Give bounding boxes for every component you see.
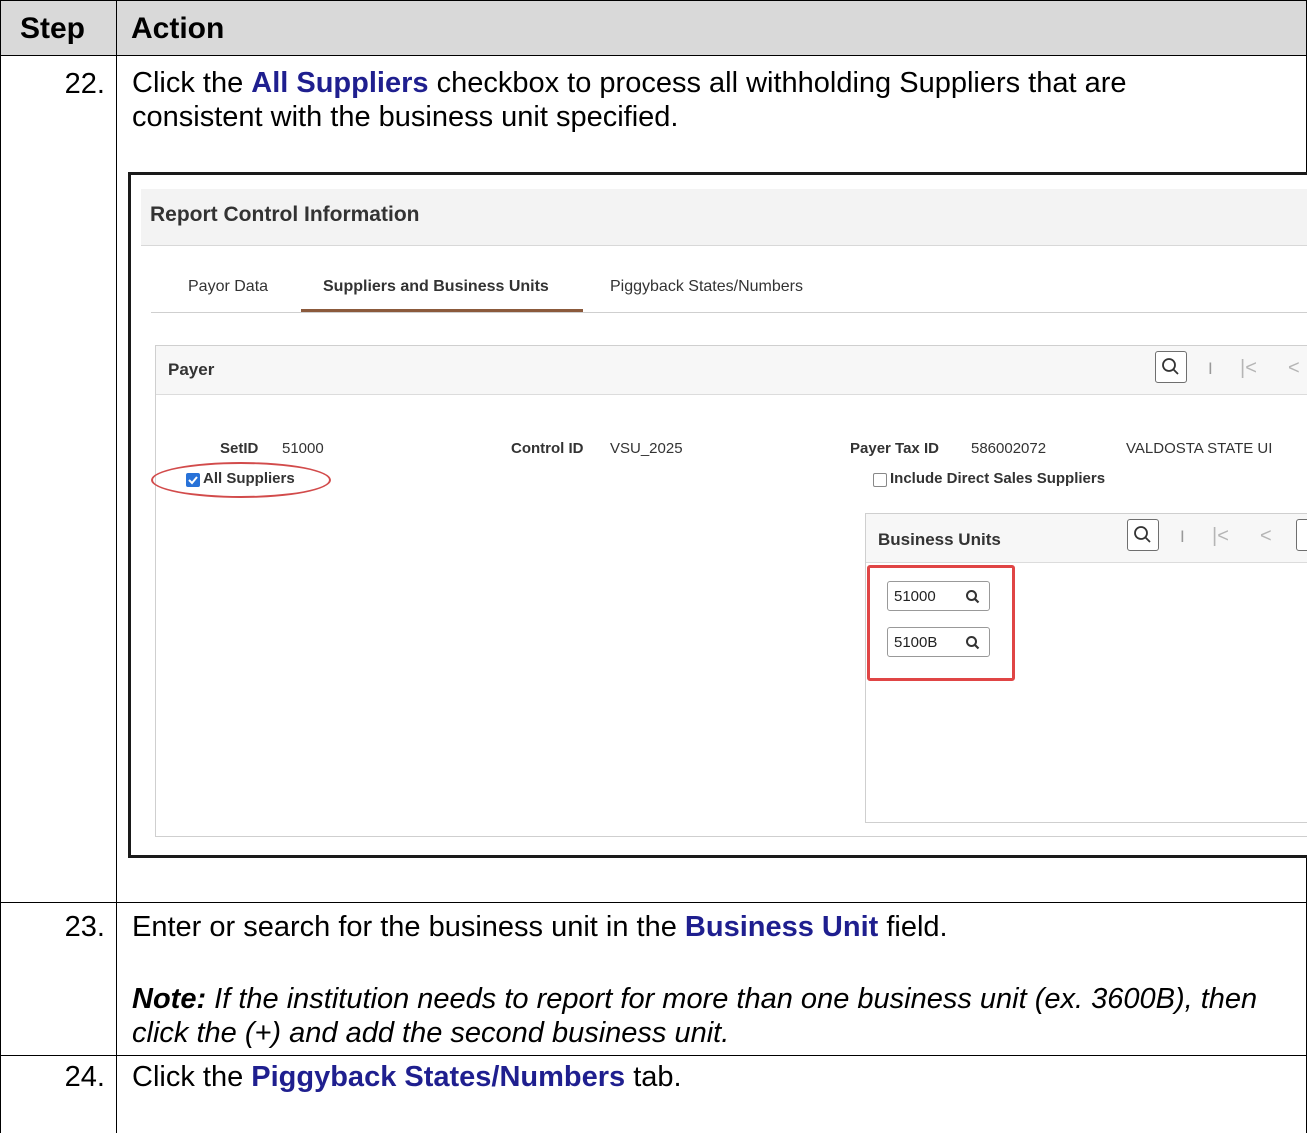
search-icon bbox=[1134, 526, 1151, 543]
business-unit-field[interactable]: 51000 bbox=[887, 581, 990, 611]
business-units-header: Business Units I |< < bbox=[866, 514, 1307, 563]
business-units-search-button[interactable] bbox=[1127, 519, 1159, 551]
first-page-icon[interactable]: |< bbox=[1240, 357, 1257, 380]
business-unit-value: 5100B bbox=[894, 634, 938, 651]
tab-payor-data[interactable]: Payor Data bbox=[188, 278, 268, 296]
row-divider bbox=[0, 1055, 1307, 1056]
next-button-partial[interactable] bbox=[1296, 519, 1307, 551]
setid-label: SetID bbox=[220, 440, 259, 457]
step-instruction: Click the Piggyback States/Numbers tab. bbox=[132, 1060, 1282, 1094]
instruction-keyword: All Suppliers bbox=[251, 67, 429, 99]
row-divider bbox=[0, 902, 1307, 903]
page-title: Report Control Information bbox=[150, 203, 420, 226]
instruction-text: tab. bbox=[625, 1061, 682, 1093]
instruction-keyword: Business Unit bbox=[684, 911, 879, 943]
payer-name: VALDOSTA STATE UI bbox=[1126, 440, 1273, 457]
table-header-divider bbox=[0, 55, 1307, 56]
step-instruction: Click the All Suppliers checkbox to proc… bbox=[132, 66, 1252, 134]
tab-suppliers-business-units[interactable]: Suppliers and Business Units bbox=[323, 278, 549, 296]
payer-tax-id-label: Payer Tax ID bbox=[850, 440, 939, 457]
payer-title: Payer bbox=[168, 360, 215, 379]
header-action: Action bbox=[131, 12, 225, 45]
payer-search-button[interactable] bbox=[1155, 351, 1187, 383]
business-unit-value: 51000 bbox=[894, 588, 936, 605]
embedded-screenshot: Report Control Information Payor Data Su… bbox=[128, 172, 1307, 858]
tabs-divider bbox=[151, 312, 1307, 313]
table-border-top bbox=[0, 0, 1307, 1]
instruction-text: Enter or search for the business unit in… bbox=[132, 911, 685, 943]
lookup-icon[interactable] bbox=[964, 634, 982, 652]
control-id-value: VSU_2025 bbox=[610, 440, 683, 457]
page-header-bar: Report Control Information bbox=[141, 189, 1307, 246]
previous-icon[interactable]: < bbox=[1288, 357, 1300, 380]
business-unit-field[interactable]: 5100B bbox=[887, 627, 990, 657]
table-border-left bbox=[0, 0, 1, 1133]
first-page-icon[interactable]: |< bbox=[1212, 525, 1229, 548]
step-number: 23. bbox=[64, 911, 105, 943]
search-icon bbox=[1162, 358, 1179, 375]
payer-tax-id-value: 586002072 bbox=[971, 440, 1047, 457]
step-number: 22. bbox=[64, 68, 105, 100]
nav-separator: I bbox=[1180, 527, 1185, 546]
step-instruction: Enter or search for the business unit in… bbox=[132, 910, 1282, 944]
header-step: Step bbox=[20, 12, 86, 45]
step-number: 24. bbox=[64, 1061, 105, 1093]
nav-separator: I bbox=[1208, 359, 1213, 378]
include-direct-sales-checkbox[interactable] bbox=[873, 473, 887, 487]
business-units-title: Business Units bbox=[878, 530, 1001, 549]
instruction-text: Click the bbox=[132, 67, 252, 99]
tab-piggyback-states[interactable]: Piggyback States/Numbers bbox=[610, 278, 803, 296]
column-divider bbox=[116, 0, 117, 1133]
previous-icon[interactable]: < bbox=[1260, 525, 1272, 548]
control-id-label: Control ID bbox=[511, 440, 584, 457]
instruction-text: Click the bbox=[132, 1061, 252, 1093]
highlight-oval bbox=[151, 462, 331, 498]
note-label: Note: bbox=[132, 983, 207, 1015]
payer-header: Payer I |< < bbox=[156, 346, 1307, 395]
instruction-keyword: Piggyback States/Numbers bbox=[251, 1061, 626, 1093]
lookup-icon[interactable] bbox=[964, 588, 982, 606]
note-text: If the institution needs to report for m… bbox=[132, 983, 1258, 1049]
setid-value: 51000 bbox=[282, 440, 324, 457]
include-direct-sales-label: Include Direct Sales Suppliers bbox=[890, 470, 1106, 487]
instruction-table: Step Action 22. Click the All Suppliers … bbox=[0, 0, 1307, 1133]
instruction-text: field. bbox=[878, 911, 948, 943]
step-note: Note: If the institution needs to report… bbox=[132, 982, 1272, 1050]
